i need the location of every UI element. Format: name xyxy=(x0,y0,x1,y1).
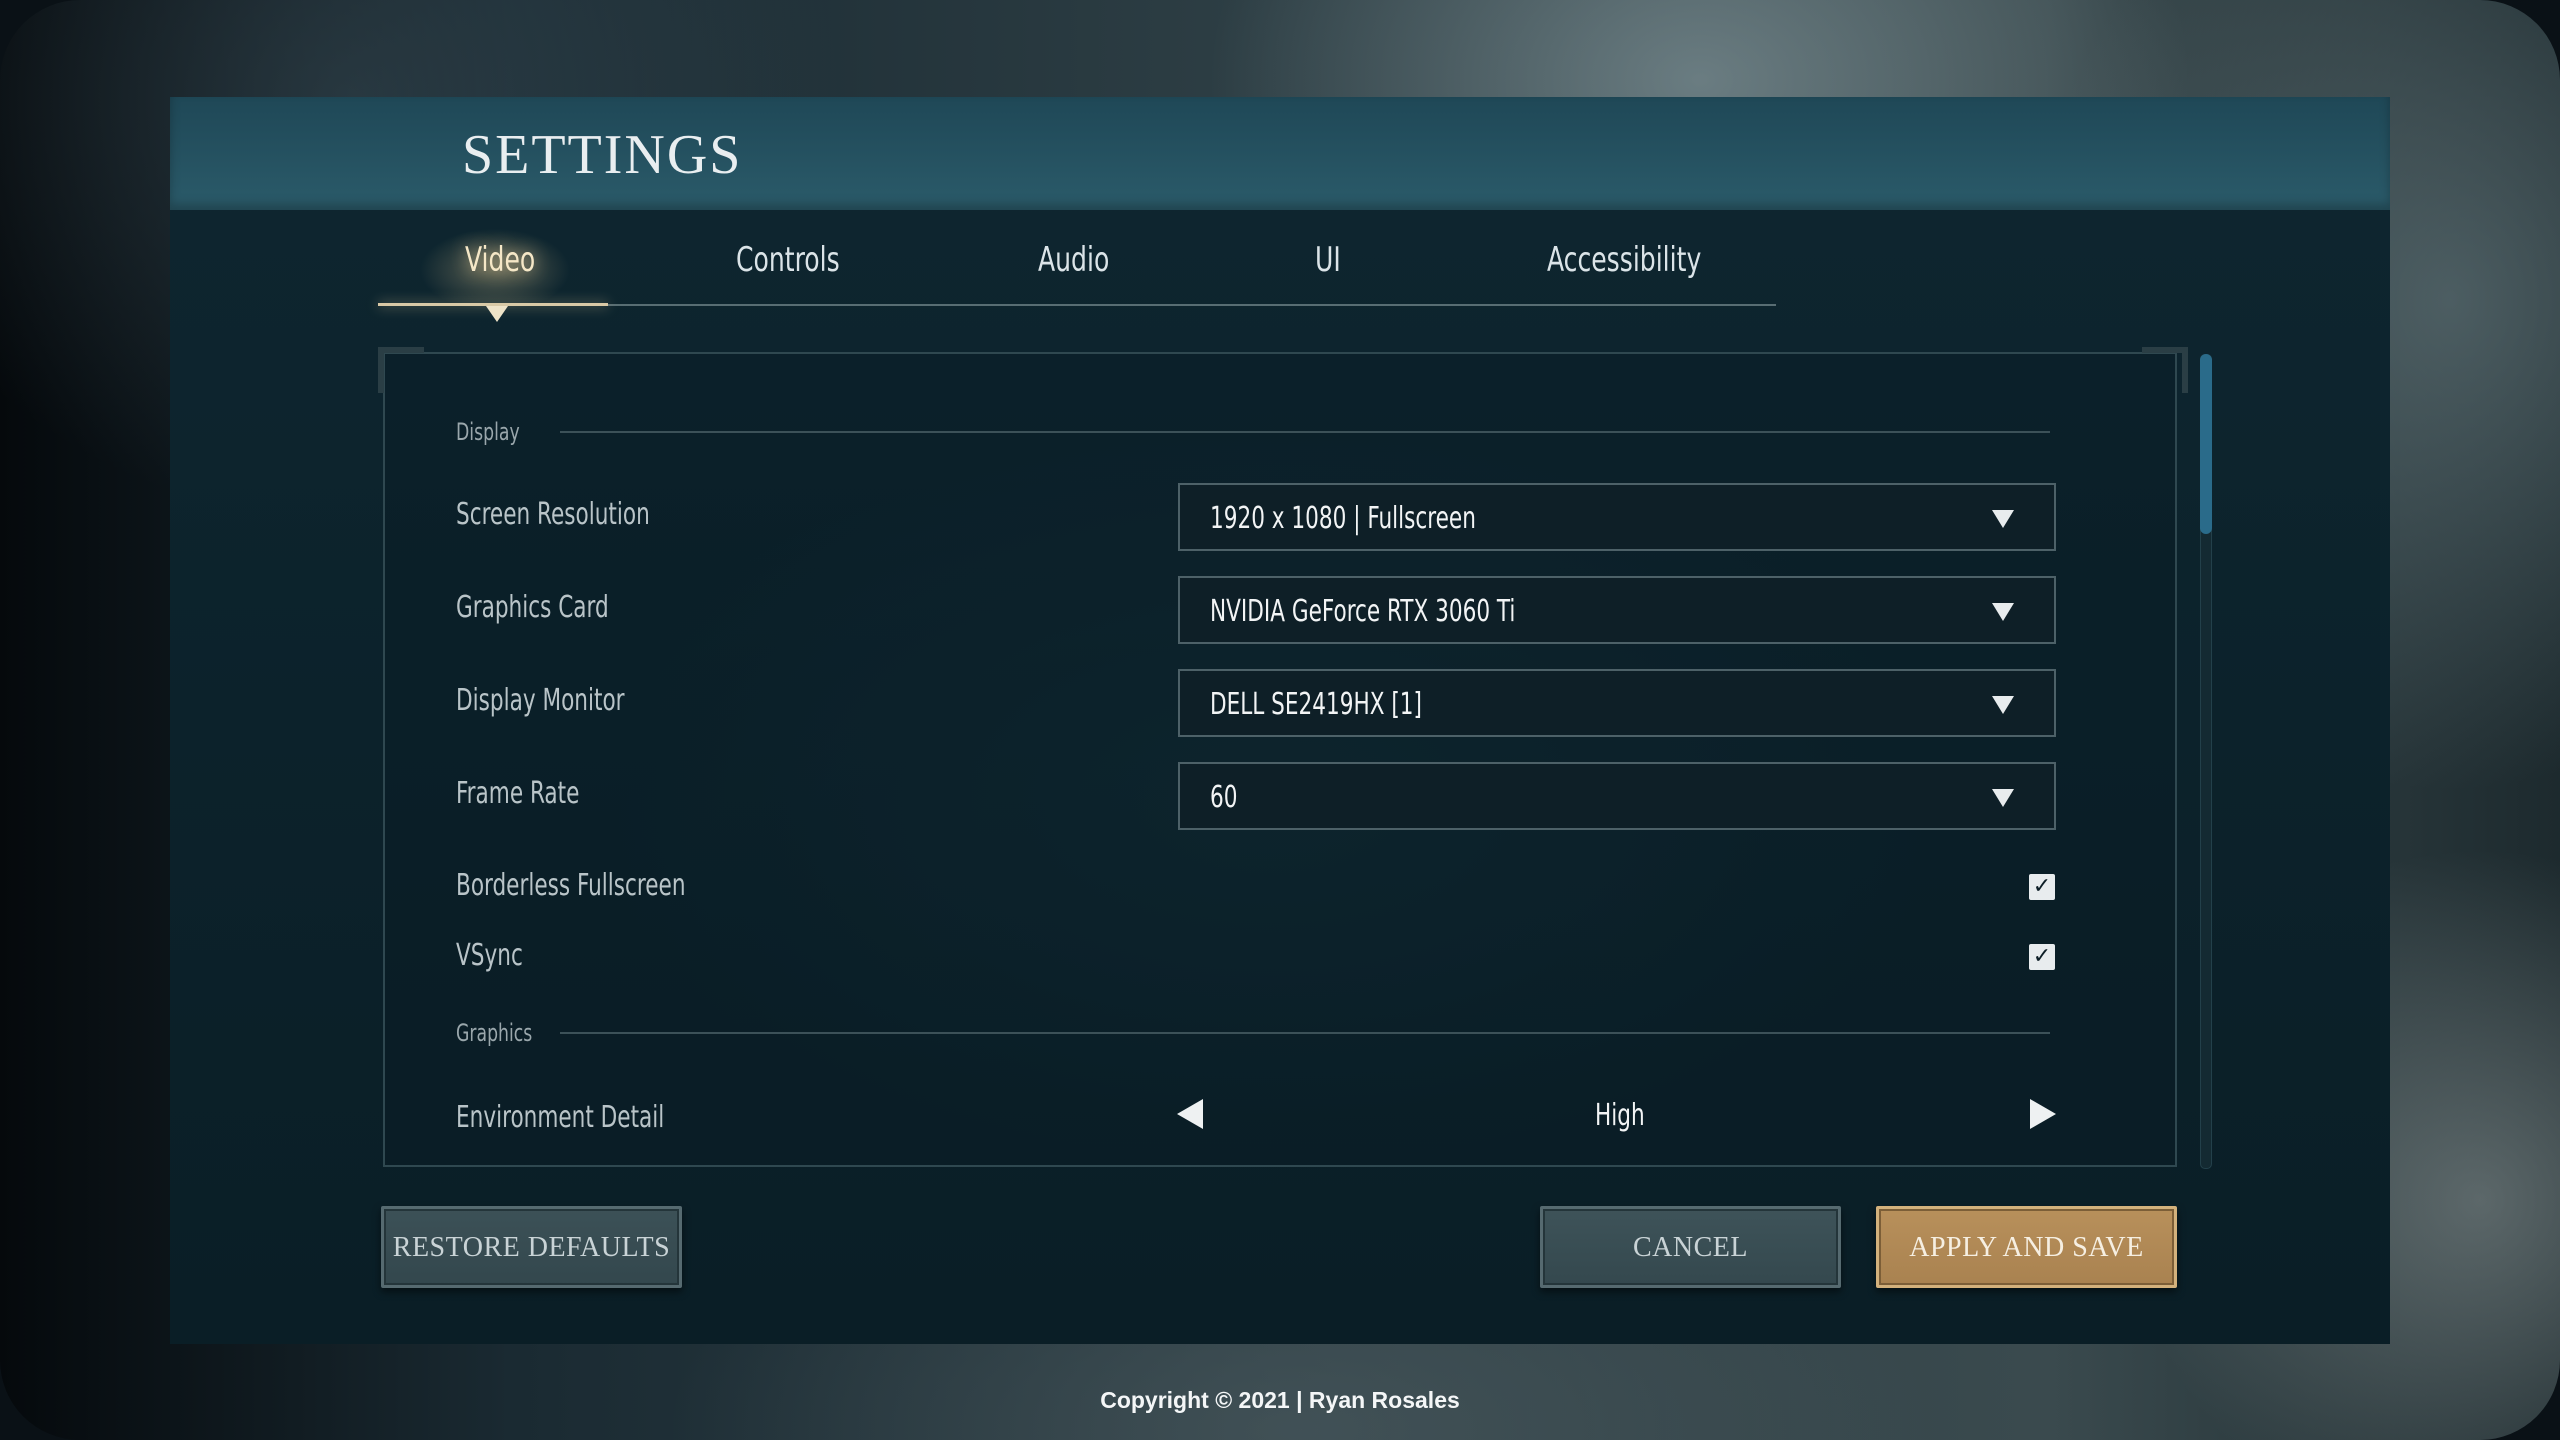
environment-detail-label: Environment Detail xyxy=(456,1100,665,1135)
graphics-card-dropdown[interactable]: NVIDIA GeForce RTX 3060 Ti xyxy=(1178,576,2056,644)
settings-content-area xyxy=(383,352,2177,1167)
tab-accessibility[interactable]: Accessibility xyxy=(1547,240,1701,280)
apply-and-save-button[interactable]: APPLY AND SAVE xyxy=(1876,1206,2177,1288)
section-divider xyxy=(560,1032,2050,1034)
frame-corner-ornament xyxy=(378,347,424,393)
chevron-down-icon xyxy=(1992,603,2014,621)
display-monitor-label: Display Monitor xyxy=(456,683,625,718)
frame-rate-label: Frame Rate xyxy=(456,776,580,811)
copyright-footer: Copyright © 2021 | Ryan Rosales xyxy=(1100,1387,1460,1413)
chevron-down-icon xyxy=(1992,789,2014,807)
tab-ui[interactable]: UI xyxy=(1315,240,1341,280)
graphics-card-value: NVIDIA GeForce RTX 3060 Ti xyxy=(1210,594,1516,629)
screen-resolution-dropdown[interactable]: 1920 x 1080 | Fullscreen xyxy=(1178,483,2056,551)
page-title: SETTINGS xyxy=(462,124,743,186)
screen-resolution-label: Screen Resolution xyxy=(456,497,650,532)
scrollbar-thumb[interactable] xyxy=(2200,354,2212,534)
frame-rate-value: 60 xyxy=(1210,780,1238,815)
vsync-label: VSync xyxy=(456,938,523,973)
restore-defaults-button[interactable]: RESTORE DEFAULTS xyxy=(381,1206,682,1288)
borderless-fullscreen-label: Borderless Fullscreen xyxy=(456,868,686,903)
app-background: SETTINGS Video Controls Audio UI Accessi… xyxy=(0,0,2560,1440)
tab-controls[interactable]: Controls xyxy=(736,240,840,280)
section-header-graphics: Graphics xyxy=(456,1019,533,1047)
chevron-down-icon xyxy=(1992,510,2014,528)
active-tab-pointer-icon xyxy=(486,306,508,322)
display-monitor-value: DELL SE2419HX [1] xyxy=(1210,687,1422,722)
frame-corner-ornament xyxy=(2142,347,2188,393)
display-monitor-dropdown[interactable]: DELL SE2419HX [1] xyxy=(1178,669,2056,737)
tab-video[interactable]: Video xyxy=(465,240,535,280)
check-icon: ✓ xyxy=(2032,874,2052,899)
environment-detail-value: High xyxy=(1595,1098,1645,1133)
screen-resolution-value: 1920 x 1080 | Fullscreen xyxy=(1210,501,1476,536)
borderless-fullscreen-checkbox[interactable]: ✓ xyxy=(2029,874,2055,900)
arrow-left-icon[interactable] xyxy=(1177,1099,1203,1129)
vsync-checkbox[interactable]: ✓ xyxy=(2029,944,2055,970)
check-icon: ✓ xyxy=(2032,944,2052,969)
graphics-card-label: Graphics Card xyxy=(456,590,609,625)
frame-rate-dropdown[interactable]: 60 xyxy=(1178,762,2056,830)
arrow-right-icon[interactable] xyxy=(2030,1099,2056,1129)
section-divider xyxy=(560,431,2050,433)
cancel-button[interactable]: CANCEL xyxy=(1540,1206,1841,1288)
tab-audio[interactable]: Audio xyxy=(1038,240,1109,280)
chevron-down-icon xyxy=(1992,696,2014,714)
section-header-display: Display xyxy=(456,418,520,446)
